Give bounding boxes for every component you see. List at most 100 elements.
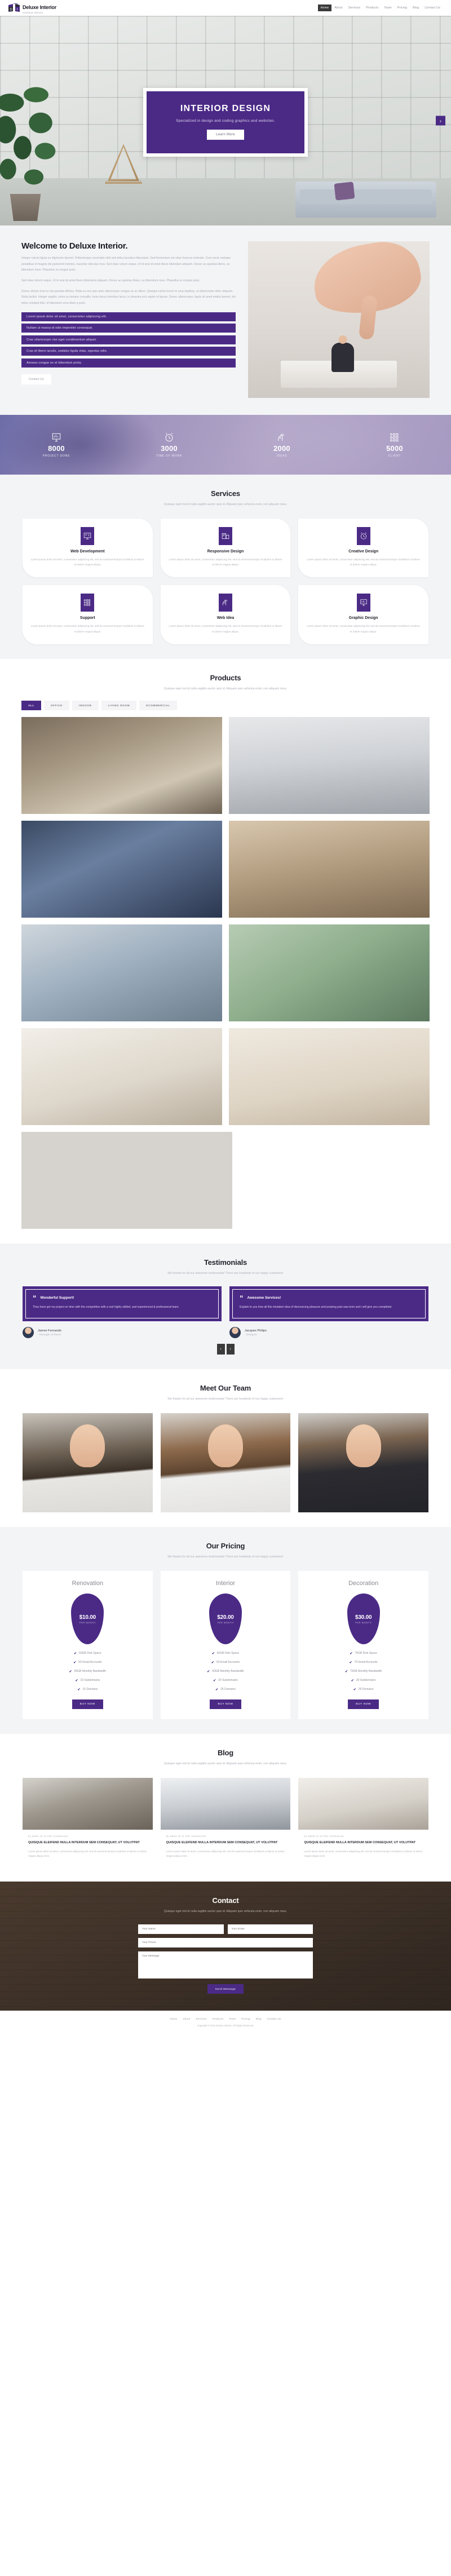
buy-now-button[interactable]: BUY NOW [348,1699,379,1710]
product-filter-indoor[interactable]: INDOOR [72,700,99,710]
service-card[interactable]: Support Lorem ipsum dolor sit amet, conse… [23,585,153,644]
blog-card[interactable]: by admin on 11 Feb, Commercial QUISQUE EL… [23,1778,153,1867]
alarm-clock-icon [164,432,174,442]
products-title: Products [210,673,241,682]
stat-item: 8000 PROJECT DONE [0,415,113,475]
service-name: Creative Design [348,550,379,554]
nav-item-about[interactable]: About [331,5,346,11]
footer-nav-home[interactable]: Home [170,2017,177,2020]
team-member-card[interactable] [160,1413,291,1513]
pricing-feature: ✔ 70 Email Accounts [349,1661,378,1665]
blog-card[interactable]: by admin on 11 Feb, Commercial QUISQUE EL… [160,1778,291,1867]
phone-input[interactable] [138,1938,313,1948]
product-filter-ecommercial[interactable]: ECOMMERCIAL [139,700,177,710]
blog-grid: by admin on 11 Feb, Commercial QUISQUE EL… [11,1778,440,1867]
welcome-contact-button[interactable]: Contact Us [21,374,51,385]
team-grid [11,1413,440,1513]
team-member-card[interactable] [298,1413,428,1513]
service-card[interactable]: Creative Design Lorem ipsum dolor sit ame… [298,519,428,578]
copyright-text: Copyright © 2021 Deluxe Interior. All Ri… [197,2024,254,2028]
plan-name: Decoration [348,1580,379,1587]
plan-period: PER MONTH [79,1621,96,1624]
head-idea-icon [218,594,232,612]
footer-nav-products[interactable]: Products [213,2017,224,2020]
site-header: D I Deluxe Interior INTERIOR DESIGN Home… [0,0,451,16]
pricing-title: Our Pricing [206,1542,245,1551]
footer-nav-contact-us[interactable]: Contact Us [267,2017,281,2020]
product-tile[interactable] [21,924,222,1021]
service-name: Support [79,616,95,621]
blog-thumbnail [160,1778,291,1830]
check-icon: ✔ [74,1652,77,1656]
email-input[interactable] [227,1924,313,1935]
send-message-button[interactable]: Send Message [207,1984,244,1994]
blog-post-title[interactable]: QUISQUE ELEIFEND NULLA INTERDUM SEM CONS… [166,1840,285,1846]
footer-nav-blog[interactable]: Blog [256,2017,262,2020]
name-input[interactable] [138,1924,224,1935]
blog-meta: by admin on 11 Feb, Commercial [166,1835,206,1838]
blog-post-title[interactable]: QUISQUE ELEIFEND NULLA INTERDUM SEM CONS… [28,1840,147,1846]
team-section: Meet Our Team We thanks for all our awes… [0,1369,451,1527]
product-tile[interactable] [21,1131,232,1229]
testimonial-next-button[interactable]: › [226,1344,235,1355]
nav-item-home[interactable]: Home [317,5,332,11]
hero-cushion [334,182,355,201]
service-card[interactable]: Web Idea Lorem ipsum dolor sit amet, cons… [160,585,291,644]
message-textarea[interactable] [138,1951,313,1979]
plan-price: $20.00 [217,1614,234,1621]
author-name: James Fernando [38,1329,61,1333]
pricing-section: Our Pricing We thanks for all our awesom… [0,1527,451,1734]
stat-number: 5000 [386,444,403,453]
hero-next-arrow[interactable]: › [436,116,445,126]
pricing-grid: Renovation $10.00 PER MONTH ✔ 50GB Disk Spac… [11,1571,440,1720]
stat-number: 8000 [48,444,65,453]
nav-item-blog[interactable]: Blog [410,5,422,11]
service-description: Lorem ipsum dolor sit amet, consectetur … [307,558,421,566]
nav-item-services[interactable]: Services [346,5,364,11]
product-tile[interactable] [229,716,430,814]
testimonial-pagination: ‹ › [11,1344,440,1355]
brand-logo[interactable]: D I Deluxe Interior INTERIOR DESIGN [8,2,56,14]
product-tile[interactable] [229,820,430,918]
nav-item-pricing[interactable]: Pricing [395,5,410,11]
blog-post-title[interactable]: QUISQUE ELEIFEND NULLA INTERDUM SEM CONS… [304,1840,423,1846]
product-tile[interactable] [229,924,430,1021]
testimonial-prev-button[interactable]: ‹ [216,1344,225,1355]
blog-card[interactable]: by admin on 11 Feb, Commercial QUISQUE EL… [298,1778,428,1867]
footer-nav-about[interactable]: About [183,2017,190,2020]
product-tile[interactable] [21,1028,222,1125]
check-icon: ✔ [69,1670,72,1674]
product-filter-office[interactable]: OFFICE [44,700,70,710]
service-card[interactable]: Graphic Design Lorem ipsum dolor sit amet… [298,585,428,644]
avatar [229,1327,241,1339]
service-name: Web Idea [216,616,235,621]
site-footer: Home About Services Products Team Pricing Blog… [0,2011,451,2032]
hero-learn-more-button[interactable]: Learn More [207,130,244,140]
buy-now-button[interactable]: BUY NOW [72,1699,103,1710]
team-member-card[interactable] [23,1413,153,1513]
product-tile[interactable] [21,820,222,918]
product-tile[interactable] [229,1028,430,1125]
check-icon: ✔ [351,1679,354,1683]
buy-now-button[interactable]: BUY NOW [210,1699,241,1710]
service-card[interactable]: Responsive Design Lorem ipsum dolor sit a… [160,519,291,578]
service-card[interactable]: Web Development Lorem ipsum dolor sit ame… [23,519,153,578]
footer-nav-services[interactable]: Services [196,2017,206,2020]
quote-icon: “ [33,1293,37,1302]
pricing-card: Interior $20.00 PER MONTH ✔ 60GB Disk Space ✔… [160,1571,291,1720]
product-tile[interactable] [21,716,222,814]
stat-label: IDEAS [276,454,288,458]
product-filter-all[interactable]: ALL [21,700,42,710]
client-list-icon [81,594,95,612]
welcome-list-item: Nullam ut massa id odio imperdiet conseq… [21,324,236,333]
nav-item-team[interactable]: Team [381,5,394,11]
footer-nav-team[interactable]: Team [229,2017,236,2020]
nav-item-contact-us[interactable]: Contact Us [422,5,443,11]
presentation-chart-icon [356,594,370,612]
testimonial-card: “Awesome Services! Explain to you how all… [229,1286,428,1322]
product-filter-living-room[interactable]: LIVING ROOM [101,700,137,710]
footer-nav-pricing[interactable]: Pricing [241,2017,250,2020]
services-section: Services Quisque eget nisl id nulla sagi… [0,475,451,659]
nav-item-products[interactable]: Products [363,5,381,11]
check-icon: ✔ [75,1679,78,1683]
